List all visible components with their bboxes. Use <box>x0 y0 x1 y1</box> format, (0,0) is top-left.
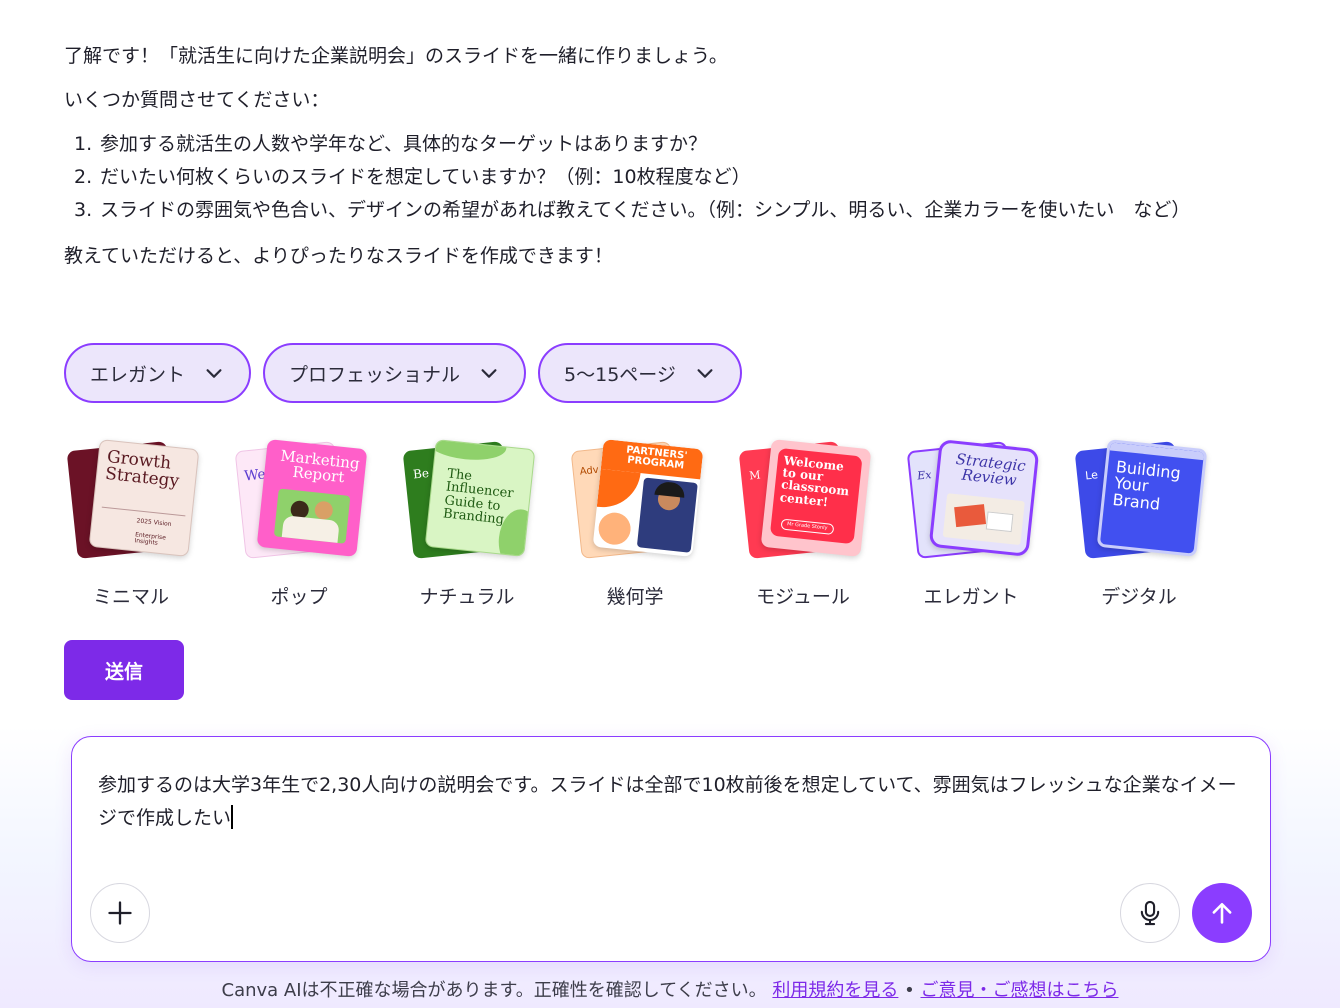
chip-label: プロフェッショナル <box>289 363 461 386</box>
message-closing: 教えていただけると、よりぴったりなスライドを作成できます！ <box>64 245 613 267</box>
question-number: 2. <box>74 166 93 188</box>
message-composer[interactable]: 参加するのは大学3年生で2,30人向けの説明会です。スライドは全部で10枚前後を… <box>71 736 1271 962</box>
style-label: ミニマル <box>92 586 169 608</box>
card-back-text: Le <box>1084 468 1099 483</box>
option-chips: エレガント プロフェッショナル 5〜15ページ <box>64 343 742 403</box>
submit-message-button[interactable] <box>1192 883 1252 943</box>
style-thumbnail: Ex Strategic Review <box>904 439 1040 560</box>
arrow-up-icon <box>1212 902 1232 924</box>
card-back-text: Be <box>412 465 430 482</box>
card-title: The Influencer Guide to Branding <box>442 466 515 528</box>
thumbnail-front-card: PARTNERS' PROGRAM <box>592 439 704 557</box>
style-option-minimal[interactable]: Growth Strategy 2025 Vision Enterprise I… <box>64 439 200 609</box>
style-option-modular[interactable]: M Welcome to our classroom center! Mr Gr… <box>736 439 872 609</box>
chevron-down-icon <box>206 369 222 378</box>
question-item: 3. スライドの雰囲気や色合い、デザインの希望があれば教えてください。（例：シン… <box>64 194 1284 227</box>
feedback-link[interactable]: ご意見・ご感想はこちら <box>920 980 1118 1001</box>
style-option-elegant[interactable]: Ex Strategic Review エレガント <box>904 439 1040 609</box>
style-label: デジタル <box>1101 586 1177 608</box>
style-thumbnail: Adv PARTNERS' PROGRAM <box>568 439 704 560</box>
card-back-text: Adv <box>579 464 600 478</box>
chip-label: エレガント <box>90 363 186 386</box>
card-title: Growth Strategy <box>104 446 181 492</box>
message-intro: 了解です！「就活生に向けた企業説明会」のスライドを一緒に作りましょう。 <box>64 45 728 67</box>
footer-separator: • <box>904 980 915 1001</box>
composer-input[interactable]: 参加するのは大学3年生で2,30人向けの説明会です。スライドは全部で10枚前後を… <box>98 769 1248 835</box>
disclaimer-footer: Canva AIは不正確な場合があります。正確性を確認してください。 利用規約を… <box>0 976 1340 1002</box>
text-caret <box>231 805 234 829</box>
question-number: 3. <box>74 199 93 221</box>
card-title: Welcome to our classroom center! <box>779 453 850 509</box>
style-label: ナチュラル <box>419 586 515 608</box>
card-title: Strategic Review <box>954 449 1027 490</box>
style-thumbnail: Le Building Your Brand <box>1072 439 1208 560</box>
style-dropdown-chip[interactable]: エレガント <box>64 343 252 403</box>
thumbnail-front-card: Marketing Report <box>256 439 368 557</box>
thumbnail-front-card: The Influencer Guide to Branding <box>424 439 536 557</box>
card-subtitle: Enterprise Insights <box>134 531 167 547</box>
composer-text: 参加するのは大学3年生で2,30人向けの説明会です。スライドは全部で10枚前後を… <box>98 774 1237 829</box>
style-thumbnail: M Welcome to our classroom center! Mr Gr… <box>736 439 872 560</box>
style-label: モジュール <box>756 586 850 608</box>
question-item: 2. だいたい何枚くらいのスライドを想定していますか？（例：10枚程度など） <box>64 161 1284 194</box>
add-attachment-button[interactable] <box>90 883 150 943</box>
page-count-dropdown-chip[interactable]: 5〜15ページ <box>538 343 742 403</box>
chip-label: 5〜15ページ <box>564 363 676 386</box>
card-subtitle: 2025 Vision <box>136 517 172 528</box>
card-back-text: Ex <box>916 468 933 483</box>
voice-input-button[interactable] <box>1120 883 1180 943</box>
style-option-natural[interactable]: Be The Influencer Guide to Branding ナチュラ… <box>400 439 536 609</box>
style-options: Growth Strategy 2025 Vision Enterprise I… <box>64 439 1208 609</box>
chevron-down-icon <box>481 369 497 378</box>
thumbnail-front-card: Building Your Brand <box>1096 439 1208 557</box>
style-label: エレガント <box>923 586 1019 608</box>
message-question-lead: いくつか質問させてください： <box>64 89 330 111</box>
thumbnail-front-card: Growth Strategy 2025 Vision Enterprise I… <box>88 439 200 557</box>
microphone-icon <box>1140 900 1160 926</box>
question-number: 1. <box>74 133 93 155</box>
question-text: だいたい何枚くらいのスライドを想定していますか？（例：10枚程度など） <box>100 166 751 188</box>
tone-dropdown-chip[interactable]: プロフェッショナル <box>263 343 527 403</box>
assistant-message: 了解です！「就活生に向けた企業説明会」のスライドを一緒に作りましょう。 いくつか… <box>64 40 1284 284</box>
send-button[interactable]: 送信 <box>64 640 184 700</box>
terms-link[interactable]: 利用規約を見る <box>772 980 898 1001</box>
style-label: 幾何学 <box>606 586 664 608</box>
style-option-pop[interactable]: We Marketing Report ポップ <box>232 439 368 609</box>
card-title: Marketing Report <box>279 446 361 487</box>
style-option-digital[interactable]: Le Building Your Brand デジタル <box>1072 439 1208 609</box>
question-item: 1. 参加する就活生の人数や学年など、具体的なターゲットはありますか？ <box>64 128 1284 161</box>
style-thumbnail: Growth Strategy 2025 Vision Enterprise I… <box>64 439 200 560</box>
question-text: 参加する就活生の人数や学年など、具体的なターゲットはありますか？ <box>100 133 708 155</box>
question-list: 1. 参加する就活生の人数や学年など、具体的なターゲットはありますか？ 2. だ… <box>64 128 1284 227</box>
plus-icon <box>108 901 132 925</box>
chevron-down-icon <box>697 369 713 378</box>
style-label: ポップ <box>270 586 328 608</box>
card-back-text: M <box>748 468 762 483</box>
question-text: スライドの雰囲気や色合い、デザインの希望があれば教えてください。（例：シンプル、… <box>100 199 1191 221</box>
style-option-geometric[interactable]: Adv PARTNERS' PROGRAM 幾何学 <box>568 439 704 609</box>
style-thumbnail: We Marketing Report <box>232 439 368 560</box>
style-thumbnail: Be The Influencer Guide to Branding <box>400 439 536 560</box>
card-title: Building Your Brand <box>1111 457 1182 514</box>
thumbnail-front-card: Welcome to our classroom center! Mr Grad… <box>760 439 872 557</box>
thumbnail-front-card: Strategic Review <box>928 439 1040 557</box>
disclaimer-text: Canva AIは不正確な場合があります。正確性を確認してください。 <box>221 980 767 1001</box>
